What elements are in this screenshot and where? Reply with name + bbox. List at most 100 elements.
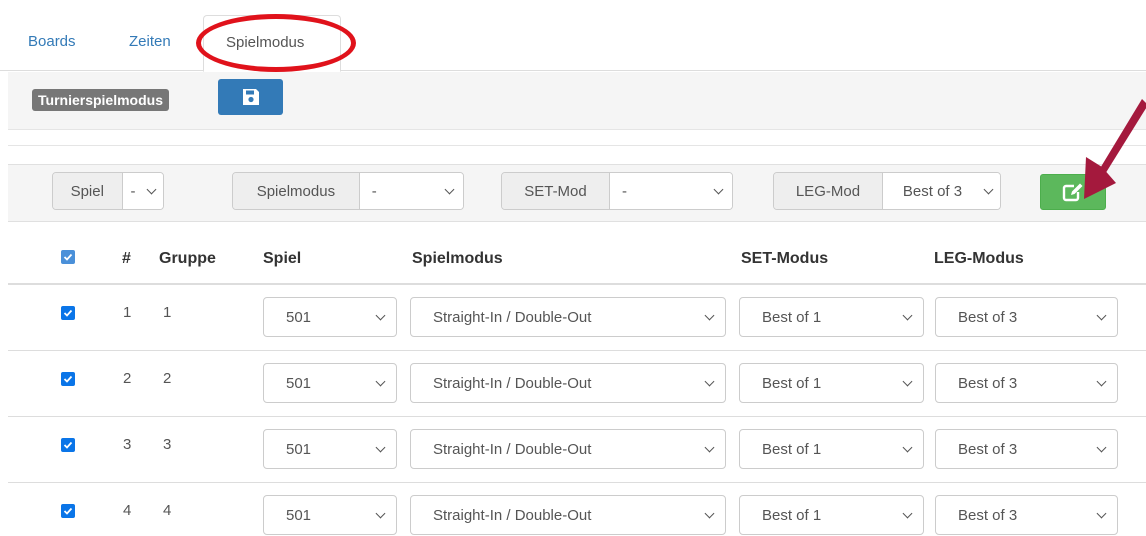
row-set-modus-select[interactable]: Best of 1 [739, 495, 924, 535]
filter-spielmodus-value: - [371, 182, 377, 200]
row-spielmodus-value: Straight-In / Double-Out [433, 308, 592, 326]
filter-spielmodus-label: Spielmodus [233, 173, 360, 209]
row-spiel-value: 501 [286, 440, 312, 458]
filter-leg-mod: LEG-Mod Best of 3 [773, 172, 1001, 210]
tab-bar: Boards Zeiten Spielmodus [0, 0, 1146, 72]
filter-set-mod-select[interactable]: - [609, 173, 732, 209]
header-spiel: Spiel [263, 250, 302, 267]
filter-spielmodus-select[interactable]: - [359, 173, 463, 209]
row-set-modus-select[interactable]: Best of 1 [739, 297, 924, 337]
table-row: 2 2 501 Straight-In / Double-Out Best of… [8, 351, 1146, 417]
filter-set-mod: SET-Mod - [501, 172, 733, 210]
chevron-down-icon [1096, 508, 1107, 518]
table-row: 4 4 501 Straight-In / Double-Out Best of… [8, 483, 1146, 536]
row-spiel-value: 501 [286, 506, 312, 524]
annotation-arrow-icon [1084, 99, 1146, 199]
row-checkbox[interactable] [61, 306, 75, 320]
row-spiel-value: 501 [286, 374, 312, 392]
row-checkbox[interactable] [61, 438, 75, 452]
chevron-down-icon [713, 184, 724, 194]
filter-spielmodus: Spielmodus - [232, 172, 464, 210]
floppy-disk-icon [242, 89, 259, 105]
chevron-down-icon [902, 508, 913, 518]
chevron-down-icon [704, 376, 715, 386]
tab-boards[interactable]: Boards [28, 33, 76, 50]
row-spiel-select[interactable]: 501 [263, 297, 397, 337]
header-bar: Turnierspielmodus [8, 72, 1146, 130]
chevron-down-icon [375, 442, 386, 452]
filter-bar: Spiel - Spielmodus - SET-Mod - LEG-Mod B… [8, 164, 1146, 222]
filter-spiel-select[interactable]: - [122, 173, 163, 209]
row-num: 1 [123, 304, 132, 321]
row-leg-modus-select[interactable]: Best of 3 [935, 429, 1118, 469]
row-gruppe: 1 [163, 304, 172, 321]
chevron-down-icon [704, 508, 715, 518]
filter-set-mod-value: - [621, 182, 627, 200]
row-checkbox[interactable] [61, 504, 75, 518]
tab-zeiten[interactable]: Zeiten [129, 33, 171, 50]
row-leg-modus-value: Best of 3 [958, 374, 1018, 392]
row-spielmodus-select[interactable]: Straight-In / Double-Out [410, 297, 726, 337]
row-spielmodus-select[interactable]: Straight-In / Double-Out [410, 495, 726, 535]
chevron-down-icon [902, 376, 913, 386]
row-set-modus-select[interactable]: Best of 1 [739, 363, 924, 403]
check-icon [63, 441, 73, 449]
row-num: 3 [123, 436, 132, 453]
filter-spiel: Spiel - [52, 172, 164, 210]
chevron-down-icon [1096, 376, 1107, 386]
chevron-down-icon [704, 310, 715, 320]
chevron-down-icon [902, 310, 913, 320]
filter-leg-mod-value: Best of 3 [902, 182, 963, 200]
chevron-down-icon [375, 508, 386, 518]
table-row: 1 1 501 Straight-In / Double-Out Best of… [8, 285, 1146, 351]
row-leg-modus-value: Best of 3 [958, 308, 1018, 326]
row-leg-modus-value: Best of 3 [958, 506, 1018, 524]
row-set-modus-value: Best of 1 [762, 308, 822, 326]
turnierspielmodus-label: Turnierspielmodus [32, 89, 169, 111]
row-leg-modus-select[interactable]: Best of 3 [935, 297, 1118, 337]
row-leg-modus-select[interactable]: Best of 3 [935, 495, 1118, 535]
row-spiel-select[interactable]: 501 [263, 363, 397, 403]
row-set-modus-value: Best of 1 [762, 374, 822, 392]
header-gruppe: Gruppe [159, 250, 216, 267]
select-all-checkbox[interactable] [61, 250, 75, 264]
filter-set-mod-label: SET-Mod [502, 173, 610, 209]
chevron-down-icon [704, 442, 715, 452]
highlight-ellipse [196, 14, 356, 72]
filter-spiel-label: Spiel [53, 173, 123, 209]
table-row: 3 3 501 Straight-In / Double-Out Best of… [8, 417, 1146, 483]
row-gruppe: 4 [163, 502, 172, 519]
chevron-down-icon [983, 184, 994, 194]
chevron-down-icon [146, 184, 157, 194]
save-button[interactable] [218, 79, 283, 115]
row-checkbox[interactable] [61, 372, 75, 386]
divider [8, 145, 1146, 146]
row-spielmodus-value: Straight-In / Double-Out [433, 374, 592, 392]
chevron-down-icon [375, 376, 386, 386]
check-icon [63, 507, 73, 515]
row-spiel-select[interactable]: 501 [263, 495, 397, 535]
row-spiel-select[interactable]: 501 [263, 429, 397, 469]
row-spielmodus-value: Straight-In / Double-Out [433, 506, 592, 524]
filter-leg-mod-label: LEG-Mod [774, 173, 883, 209]
check-icon [63, 375, 73, 383]
check-icon [63, 309, 73, 317]
row-set-modus-value: Best of 1 [762, 440, 822, 458]
header-set-modus: SET-Modus [741, 250, 829, 267]
filter-spiel-value: - [130, 182, 136, 200]
row-gruppe: 3 [163, 436, 172, 453]
chevron-down-icon [1096, 310, 1107, 320]
header-spielmodus: Spielmodus [412, 250, 503, 267]
header-leg-modus: LEG-Modus [934, 250, 1024, 267]
row-set-modus-value: Best of 1 [762, 506, 822, 524]
row-gruppe: 2 [163, 370, 172, 387]
row-spielmodus-select[interactable]: Straight-In / Double-Out [410, 363, 726, 403]
row-leg-modus-select[interactable]: Best of 3 [935, 363, 1118, 403]
row-spiel-value: 501 [286, 308, 312, 326]
row-spielmodus-select[interactable]: Straight-In / Double-Out [410, 429, 726, 469]
chevron-down-icon [1096, 442, 1107, 452]
row-leg-modus-value: Best of 3 [958, 440, 1018, 458]
filter-leg-mod-select[interactable]: Best of 3 [882, 173, 1000, 209]
header-num: # [122, 250, 131, 267]
row-set-modus-select[interactable]: Best of 1 [739, 429, 924, 469]
